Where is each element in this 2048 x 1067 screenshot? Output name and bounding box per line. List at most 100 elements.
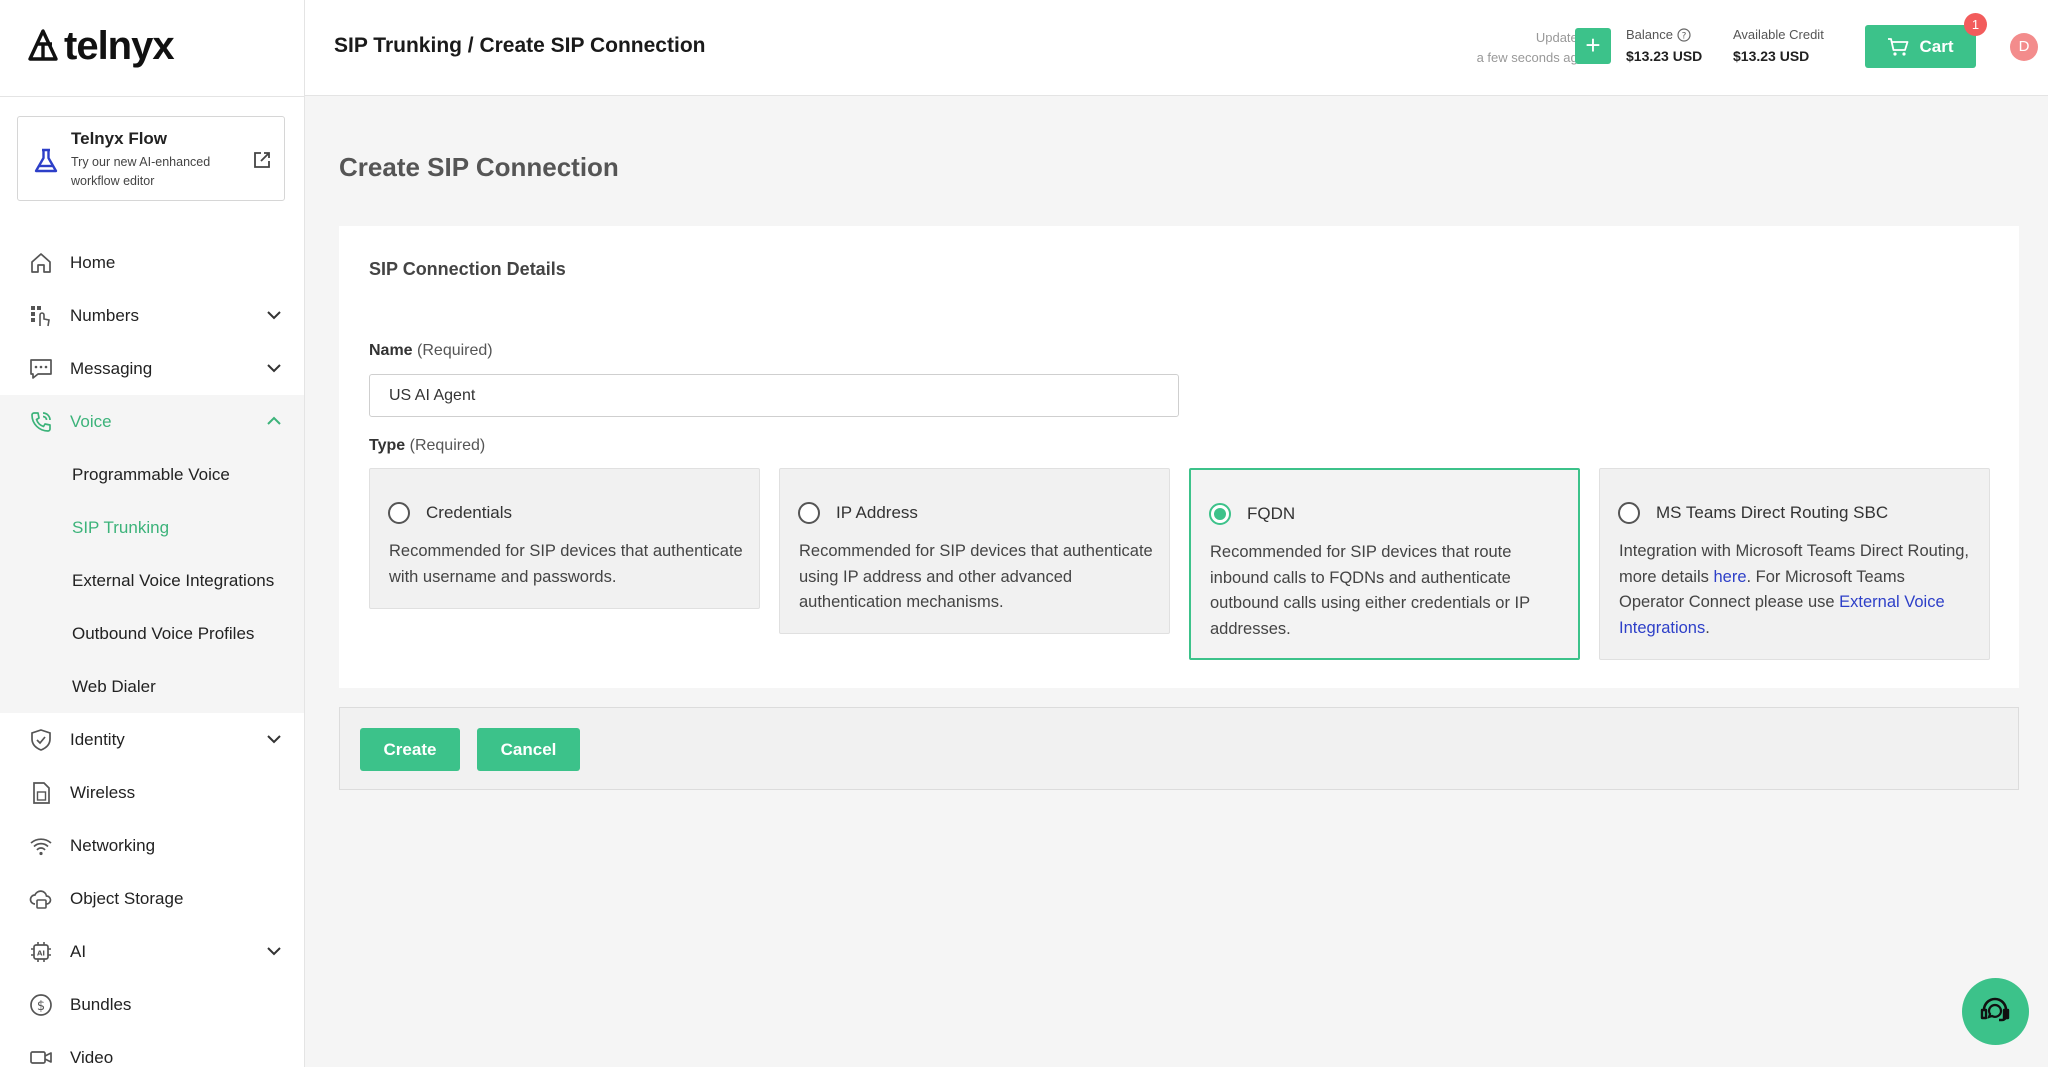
sidebar-subitem-sip-trunking[interactable]: SIP Trunking <box>0 501 304 554</box>
help-circle-icon[interactable]: ? <box>1677 27 1691 42</box>
create-button[interactable]: Create <box>360 728 460 771</box>
sidebar-item-label: Messaging <box>70 358 153 378</box>
chevron-down-icon <box>267 364 281 373</box>
name-label: Name <box>369 342 413 359</box>
option-description: Recommended for SIP devices that authent… <box>799 542 1153 611</box>
add-funds-button[interactable]: + <box>1575 28 1611 64</box>
sidebar-subitem-external-voice-integrations[interactable]: External Voice Integrations <box>0 554 304 607</box>
sidebar-item-identity[interactable]: Identity <box>0 713 304 766</box>
section-title: SIP Connection Details <box>369 259 566 279</box>
telnyx-logo-icon <box>28 29 58 61</box>
radio-button[interactable] <box>798 502 820 524</box>
numbers-icon <box>28 303 54 329</box>
radio-button-selected[interactable] <box>1209 503 1231 525</box>
sidebar-nav: Home Numbers Messaging Voice Programmabl… <box>0 236 304 1067</box>
type-field-label: Type (Required) <box>369 437 485 455</box>
flow-subtitle: Try our new AI-enhanced workflow editor <box>71 155 211 188</box>
sidebar-item-label: AI <box>70 941 87 961</box>
balance-label: Balance <box>1626 27 1673 42</box>
option-title: IP Address <box>836 503 918 522</box>
sidebar-item-wireless[interactable]: Wireless <box>0 766 304 819</box>
chat-support-icon <box>1980 997 2009 1021</box>
sidebar-item-label: Numbers <box>70 305 139 325</box>
option-description: Integration with Microsoft Teams Direct … <box>1619 539 1974 641</box>
ai-chip-icon: AI <box>28 939 54 965</box>
option-title: FQDN <box>1247 504 1296 523</box>
type-option-fqdn[interactable]: FQDN Recommended for SIP devices that ro… <box>1189 468 1580 660</box>
cart-button[interactable]: Cart <box>1865 25 1976 68</box>
type-label: Type <box>369 437 406 454</box>
sidebar-subitem-programmable-voice[interactable]: Programmable Voice <box>0 448 304 501</box>
sidebar-item-messaging[interactable]: Messaging <box>0 342 304 395</box>
flow-title: Telnyx Flow <box>71 129 168 148</box>
sidebar-subitem-outbound-voice-profiles[interactable]: Outbound Voice Profiles <box>0 607 304 660</box>
sidebar-item-label: Voice <box>70 411 112 431</box>
sidebar-item-bundles[interactable]: $ Bundles <box>0 978 304 1031</box>
sidebar-item-ai[interactable]: AI AI <box>0 925 304 978</box>
breadcrumb: SIP Trunking / Create SIP Connection <box>334 34 706 57</box>
sidebar-item-label: Identity <box>70 729 125 749</box>
option-title: Credentials <box>426 503 512 522</box>
cart-count-badge: 1 <box>1964 13 1987 36</box>
cancel-button[interactable]: Cancel <box>477 728 580 771</box>
phone-icon <box>28 409 54 435</box>
sidebar-item-home[interactable]: Home <box>0 236 304 289</box>
name-input[interactable] <box>369 374 1179 417</box>
here-link[interactable]: here <box>1713 568 1746 586</box>
chevron-down-icon <box>267 311 281 320</box>
sidebar-item-object-storage[interactable]: Object Storage <box>0 872 304 925</box>
form-actions: Create Cancel <box>339 707 2019 790</box>
type-option-credentials[interactable]: Credentials Recommended for SIP devices … <box>369 468 760 609</box>
shield-check-icon <box>28 727 54 753</box>
sim-card-icon <box>28 780 54 806</box>
sidebar-item-networking[interactable]: Networking <box>0 819 304 872</box>
chevron-down-icon <box>267 735 281 744</box>
svg-text:AI: AI <box>37 949 45 957</box>
option-title: MS Teams Direct Routing SBC <box>1656 503 1889 522</box>
sip-connection-details-card: SIP Connection Details Name (Required) T… <box>339 226 2019 688</box>
page-title: Create SIP Connection <box>339 152 619 182</box>
sidebar-item-video[interactable]: Video <box>0 1031 304 1067</box>
top-bar: SIP Trunking / Create SIP Connection Upd… <box>305 0 2048 96</box>
sidebar-item-voice[interactable]: Voice <box>0 395 304 448</box>
type-required: (Required) <box>409 437 486 454</box>
option-description: Recommended for SIP devices that route i… <box>1210 543 1530 638</box>
type-option-ms-teams[interactable]: MS Teams Direct Routing SBC Integration … <box>1599 468 1990 660</box>
balance-value: $13.23 USD <box>1626 48 1703 64</box>
sidebar-item-label: Home <box>70 252 116 272</box>
option-description: Recommended for SIP devices that authent… <box>389 542 743 586</box>
cart-icon <box>1888 37 1909 56</box>
sidebar-subitem-web-dialer[interactable]: Web Dialer <box>0 660 304 713</box>
telnyx-flow-card[interactable]: Telnyx Flow Try our new AI-enhanced work… <box>17 116 285 201</box>
divider <box>0 96 304 97</box>
chevron-down-icon <box>267 947 281 956</box>
svg-text:?: ? <box>1682 31 1687 41</box>
name-required: (Required) <box>417 342 493 359</box>
sidebar-item-label: Video <box>70 1047 114 1067</box>
avatar[interactable]: D <box>2010 33 2038 61</box>
updated-value: a few seconds ago <box>1476 50 1585 65</box>
radio-button[interactable] <box>388 502 410 524</box>
voice-group: Voice Programmable Voice SIP Trunking Ex… <box>0 395 304 713</box>
sidebar-item-numbers[interactable]: Numbers <box>0 289 304 342</box>
cart-label: Cart <box>1919 36 1954 56</box>
external-link-icon[interactable] <box>252 150 272 170</box>
support-chat-button[interactable] <box>1962 978 2029 1045</box>
radio-button[interactable] <box>1618 502 1640 524</box>
sidebar: telnyx Telnyx Flow Try our new AI-enhanc… <box>0 0 305 1067</box>
name-field-label: Name (Required) <box>369 342 493 360</box>
sidebar-item-label: Networking <box>70 835 156 855</box>
available-credit: Available Credit $13.23 USD <box>1733 27 1824 64</box>
telnyx-logo[interactable]: telnyx <box>26 24 175 68</box>
sidebar-item-label: Bundles <box>70 994 132 1014</box>
svg-text:$: $ <box>37 999 45 1014</box>
logo-wordmark: telnyx <box>64 24 175 68</box>
sidebar-item-label: Wireless <box>70 782 136 802</box>
message-icon <box>28 356 54 382</box>
storage-icon <box>28 886 54 912</box>
type-option-ip-address[interactable]: IP Address Recommended for SIP devices t… <box>779 468 1170 634</box>
updated-status: Updated a few seconds ago <box>1477 28 1585 68</box>
flask-icon <box>34 148 58 173</box>
credit-label: Available Credit <box>1733 27 1824 42</box>
balance: Balance ? $13.23 USD <box>1626 27 1702 64</box>
